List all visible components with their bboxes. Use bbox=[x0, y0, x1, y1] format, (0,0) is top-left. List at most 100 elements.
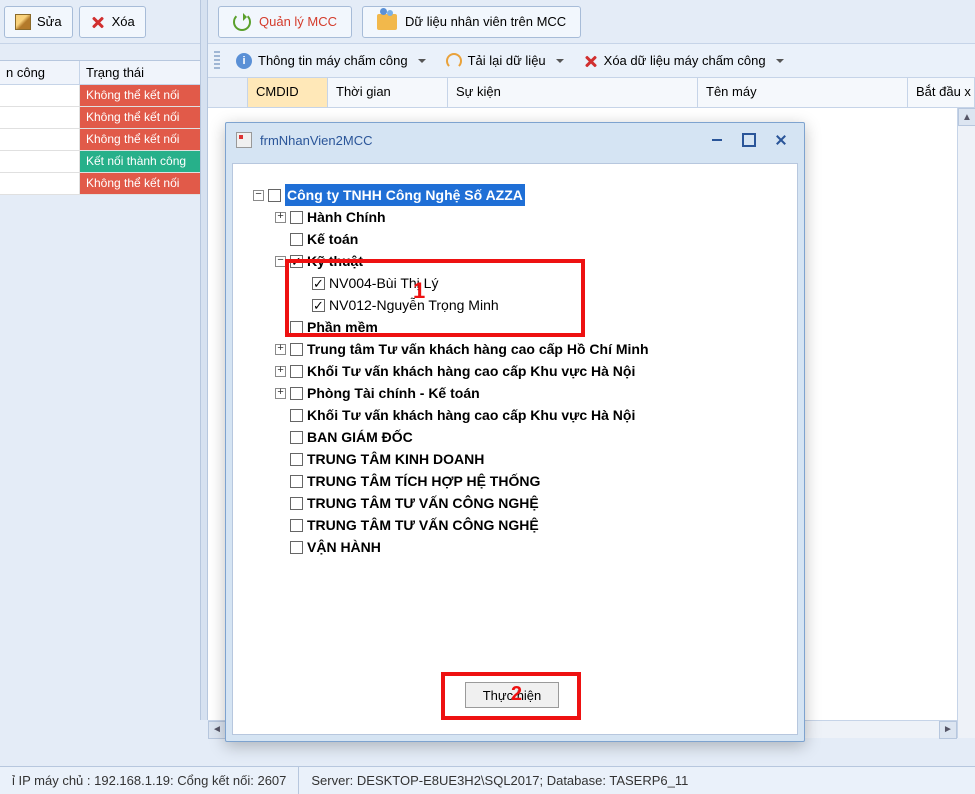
tree-node-employee[interactable]: NV004-Bùi Thị Lý bbox=[253, 272, 777, 294]
checkbox[interactable] bbox=[290, 365, 303, 378]
checkbox[interactable] bbox=[268, 189, 281, 202]
checkbox[interactable] bbox=[290, 387, 303, 400]
checkbox[interactable] bbox=[312, 277, 325, 290]
status-cell bbox=[0, 151, 80, 173]
checkbox[interactable] bbox=[290, 255, 303, 268]
grid-col-time[interactable]: Thời gian bbox=[328, 78, 448, 107]
status-bar: ỉ IP máy chủ : 192.168.1.19: Cổng kết nố… bbox=[0, 766, 975, 794]
status-col2[interactable]: Trạng thái bbox=[80, 61, 200, 84]
right-toolbar-1: Quản lý MCC Dữ liệu nhân viên trên MCC bbox=[208, 0, 975, 44]
status-cell bbox=[0, 173, 80, 195]
tree-node[interactable]: Khối Tư vấn khách hàng cao cấp Khu vực H… bbox=[253, 404, 777, 426]
tree-node[interactable]: TRUNG TÂM KINH DOANH bbox=[253, 448, 777, 470]
status-cell bbox=[0, 85, 80, 107]
tree-node[interactable]: Phần mềm bbox=[253, 316, 777, 338]
status-row[interactable]: Không thể kết nối bbox=[0, 85, 200, 107]
tree-node[interactable]: + Phòng Tài chính - Kế toán bbox=[253, 382, 777, 404]
status-row[interactable]: Không thể kết nối bbox=[0, 173, 200, 195]
execute-label: Thực hiện bbox=[483, 688, 542, 703]
grid-col-cmdid[interactable]: CMDID bbox=[248, 78, 328, 107]
employee-data-mcc-button[interactable]: Dữ liệu nhân viên trên MCC bbox=[362, 6, 581, 38]
tree-label: NV004-Bùi Thị Lý bbox=[329, 272, 438, 294]
tree-node[interactable]: TRUNG TÂM TƯ VẤN CÔNG NGHỆ bbox=[253, 492, 777, 514]
maximize-button[interactable] bbox=[736, 130, 762, 150]
dialog-titlebar[interactable]: frmNhanVien2MCC bbox=[226, 123, 804, 157]
expand-icon[interactable]: + bbox=[275, 388, 286, 399]
tree-label: NV012-Nguyễn Trọng Minh bbox=[329, 294, 499, 316]
grid-col-selector[interactable] bbox=[208, 78, 248, 107]
tree-node[interactable]: + Trung tâm Tư vấn khách hàng cao cấp Hồ… bbox=[253, 338, 777, 360]
delete-label: Xóa bbox=[112, 14, 135, 29]
tree-label: Phần mềm bbox=[307, 316, 378, 338]
checkbox[interactable] bbox=[290, 519, 303, 532]
tree-node[interactable]: TRUNG TÂM TƯ VẤN CÔNG NGHỆ bbox=[253, 514, 777, 536]
tree-node[interactable]: VẬN HÀNH bbox=[253, 536, 777, 558]
checkbox[interactable] bbox=[290, 211, 303, 224]
status-cell: Không thể kết nối bbox=[80, 107, 200, 129]
scroll-left-icon[interactable]: ◄ bbox=[208, 721, 226, 739]
checkbox[interactable] bbox=[290, 233, 303, 246]
tree-node[interactable]: + Hành Chính bbox=[253, 206, 777, 228]
tree-node-root[interactable]: − Công ty TNHH Công Nghệ Số AZZA bbox=[253, 184, 777, 206]
manage-mcc-button[interactable]: Quản lý MCC bbox=[218, 6, 352, 38]
status-col1[interactable]: n công bbox=[0, 61, 80, 84]
checkbox[interactable] bbox=[290, 343, 303, 356]
tree-node[interactable]: BAN GIÁM ĐỐC bbox=[253, 426, 777, 448]
checkbox[interactable] bbox=[290, 475, 303, 488]
scroll-up-icon[interactable]: ▲ bbox=[958, 108, 975, 126]
grid-col-event[interactable]: Sự kiện bbox=[448, 78, 698, 107]
tree-node-kythuat[interactable]: − Kỹ thuật bbox=[253, 250, 777, 272]
manage-mcc-label: Quản lý MCC bbox=[259, 14, 337, 29]
checkbox[interactable] bbox=[290, 453, 303, 466]
toolbar-grip[interactable] bbox=[214, 51, 220, 71]
grid-col-start[interactable]: Bắt đầu x bbox=[908, 78, 975, 107]
checkbox[interactable] bbox=[312, 299, 325, 312]
info-icon bbox=[236, 53, 252, 69]
tree-label: TRUNG TÂM TƯ VẤN CÔNG NGHỆ bbox=[307, 514, 539, 536]
checkbox[interactable] bbox=[290, 497, 303, 510]
checkbox[interactable] bbox=[290, 409, 303, 422]
clear-data-button[interactable]: Xóa dữ liệu máy chấm công bbox=[576, 50, 792, 71]
dialog-body: − Công ty TNHH Công Nghệ Số AZZA + Hành … bbox=[232, 163, 798, 735]
checkbox[interactable] bbox=[290, 431, 303, 444]
close-button[interactable] bbox=[768, 130, 794, 150]
delete-icon bbox=[90, 14, 106, 30]
chevron-down-icon bbox=[556, 59, 564, 67]
status-row[interactable]: Kết nối thành công bbox=[0, 151, 200, 173]
tree-node[interactable]: Kế toán bbox=[253, 228, 777, 250]
expand-icon[interactable]: + bbox=[275, 366, 286, 377]
collapse-icon[interactable]: − bbox=[275, 256, 286, 267]
vertical-splitter[interactable] bbox=[200, 0, 208, 720]
execute-button[interactable]: Thực hiện bbox=[465, 682, 559, 708]
expand-icon[interactable]: + bbox=[275, 212, 286, 223]
chevron-down-icon bbox=[776, 59, 784, 67]
scroll-right-icon[interactable]: ► bbox=[939, 721, 957, 739]
tree-node-employee[interactable]: NV012-Nguyễn Trọng Minh bbox=[253, 294, 777, 316]
tree-label: VẬN HÀNH bbox=[307, 536, 381, 558]
device-info-button[interactable]: Thông tin máy chấm công bbox=[228, 50, 434, 72]
tree-label: TRUNG TÂM TƯ VẤN CÔNG NGHỆ bbox=[307, 492, 539, 514]
minimize-button[interactable] bbox=[704, 130, 730, 150]
tree-node[interactable]: TRUNG TÂM TÍCH HỢP HỆ THỐNG bbox=[253, 470, 777, 492]
expand-icon[interactable]: + bbox=[275, 344, 286, 355]
tree-node[interactable]: + Khối Tư vấn khách hàng cao cấp Khu vực… bbox=[253, 360, 777, 382]
checkbox[interactable] bbox=[290, 321, 303, 334]
tree-label: Khối Tư vấn khách hàng cao cấp Khu vực H… bbox=[307, 404, 635, 426]
checkbox[interactable] bbox=[290, 541, 303, 554]
tree-label: TRUNG TÂM KINH DOANH bbox=[307, 448, 484, 470]
users-icon bbox=[377, 14, 397, 30]
status-grid: n công Trạng thái Không thể kết nốiKhông… bbox=[0, 60, 200, 195]
status-cell bbox=[0, 107, 80, 129]
grid-col-machine[interactable]: Tên máy bbox=[698, 78, 908, 107]
tree-label: TRUNG TÂM TÍCH HỢP HỆ THỐNG bbox=[307, 470, 540, 492]
status-row[interactable]: Không thể kết nối bbox=[0, 129, 200, 151]
employee-data-mcc-label: Dữ liệu nhân viên trên MCC bbox=[405, 14, 566, 29]
vertical-scrollbar[interactable]: ▲ bbox=[957, 108, 975, 738]
status-row[interactable]: Không thể kết nối bbox=[0, 107, 200, 129]
delete-button[interactable]: Xóa bbox=[79, 6, 146, 38]
reload-data-button[interactable]: Tải lại dữ liệu bbox=[438, 50, 572, 72]
dialog-title-text: frmNhanVien2MCC bbox=[260, 133, 372, 148]
status-cell: Kết nối thành công bbox=[80, 151, 200, 173]
collapse-icon[interactable]: − bbox=[253, 190, 264, 201]
edit-button[interactable]: Sửa bbox=[4, 6, 73, 38]
